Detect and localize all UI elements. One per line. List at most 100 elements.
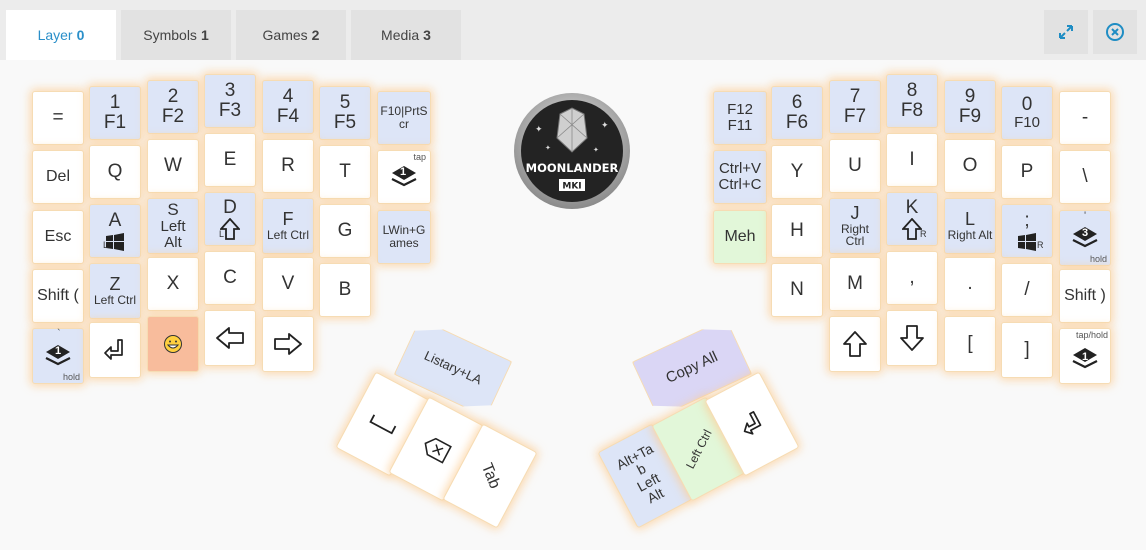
key-slash[interactable]: / <box>1001 263 1053 317</box>
key-label: Shift ( <box>37 286 79 304</box>
left-arrow-icon <box>216 327 244 349</box>
key-label: U <box>848 155 862 177</box>
key-label: ] <box>1024 339 1030 361</box>
hold-hint: hold <box>62 371 80 382</box>
key-1-f1[interactable]: 1 F1 <box>89 86 141 140</box>
key-up-arrow[interactable] <box>829 316 881 372</box>
key-shift-rparen[interactable]: Shift ) <box>1059 269 1111 323</box>
key-d-shift[interactable]: D L <box>204 192 256 246</box>
key-9-f9[interactable]: 9 F9 <box>944 80 996 134</box>
key-meh[interactable]: Meh <box>713 210 767 264</box>
key-label-secondary: F11 <box>727 117 753 134</box>
layer-number: 1 <box>400 166 407 178</box>
key-comma[interactable]: , <box>886 251 938 305</box>
up-arrow-icon <box>843 331 867 357</box>
tab-layer-0[interactable]: Layer 0 <box>6 10 116 60</box>
tab-layer-1[interactable]: Symbols 1 <box>121 10 231 60</box>
key-layer-1-tap[interactable]: tap 1 <box>377 150 431 204</box>
key-w[interactable]: W <box>147 139 199 193</box>
key-label: 4 <box>282 86 294 108</box>
key-period[interactable]: . <box>944 257 996 311</box>
key-lwin-games[interactable]: LWin+G ames <box>377 210 431 264</box>
key-e[interactable]: E <box>204 133 256 187</box>
key-b[interactable]: B <box>319 263 371 317</box>
key-label: V <box>281 273 295 295</box>
svg-text:✦: ✦ <box>535 125 543 135</box>
key-label: = <box>52 107 64 129</box>
key-grave-layer-1-hold[interactable]: ` 1 hold <box>32 328 84 384</box>
key-label: 5 <box>339 92 351 114</box>
key-t[interactable]: T <box>319 145 371 199</box>
windows-icon <box>1018 232 1036 251</box>
key-f12-f11[interactable]: F12 F11 <box>713 91 767 145</box>
key-label-secondary: F9 <box>958 106 982 127</box>
modifier-side: L <box>103 239 109 250</box>
key-a-win[interactable]: A L <box>89 204 141 258</box>
key-v[interactable]: V <box>262 257 314 311</box>
key-6-f6[interactable]: 6 F6 <box>771 86 823 140</box>
key-shift-lparen[interactable]: Shift ( <box>32 269 84 323</box>
key-c[interactable]: C <box>204 251 256 305</box>
key-equals[interactable]: = <box>32 91 84 145</box>
key-layer-1-taphold[interactable]: tap/hold 1 <box>1059 328 1111 384</box>
key-l-right-alt[interactable]: L Right Alt <box>944 198 996 254</box>
close-button[interactable] <box>1093 10 1137 54</box>
moonlander-logo: ✦ ✦ ✦ ✦ MOONLANDER MKI <box>505 92 639 210</box>
key-n[interactable]: N <box>771 263 823 317</box>
key-8-f8[interactable]: 8 F8 <box>886 74 938 128</box>
key-2-f2[interactable]: 2 F2 <box>147 80 199 134</box>
key-u[interactable]: U <box>829 139 881 193</box>
key-5-f5[interactable]: 5 F5 <box>319 86 371 140</box>
key-label-secondary: Left <box>160 218 186 236</box>
key-del[interactable]: Del <box>32 150 84 204</box>
key-label: B <box>338 279 352 301</box>
key-g[interactable]: G <box>319 204 371 258</box>
tab-layer-3[interactable]: Media 3 <box>351 10 461 60</box>
key-f10-prtscr[interactable]: F10|PrtS cr <box>377 91 431 145</box>
key-4-f4[interactable]: 4 F4 <box>262 80 314 134</box>
key-copy-paste[interactable]: Ctrl+V Ctrl+C <box>713 150 767 204</box>
key-esc[interactable]: Esc <box>32 210 84 264</box>
key-label: K <box>905 197 919 219</box>
key-label: Q <box>107 161 123 183</box>
key-backslash[interactable]: \ <box>1059 150 1111 204</box>
key-y[interactable]: Y <box>771 145 823 199</box>
key-p[interactable]: P <box>1001 145 1053 199</box>
key-minus[interactable]: - <box>1059 91 1111 145</box>
key-semicolon-win[interactable]: ; R <box>1001 204 1053 258</box>
key-label: 0 <box>1021 94 1033 116</box>
key-enter[interactable] <box>89 322 141 378</box>
key-right-arrow[interactable] <box>262 316 314 372</box>
key-quote-layer-3-hold[interactable]: ' 3 hold <box>1059 210 1111 266</box>
key-m[interactable]: M <box>829 257 881 311</box>
key-label-secondary: F6 <box>785 112 809 133</box>
key-x[interactable]: X <box>147 257 199 311</box>
key-emoji[interactable] <box>147 316 199 372</box>
tab-number: 3 <box>423 27 431 43</box>
key-label: Shift ) <box>1064 286 1106 304</box>
key-h[interactable]: H <box>771 204 823 258</box>
key-f-left-ctrl[interactable]: F Left Ctrl <box>262 198 314 254</box>
key-r[interactable]: R <box>262 139 314 193</box>
tab-layer-2[interactable]: Games 2 <box>236 10 346 60</box>
key-label: / <box>1024 279 1030 301</box>
key-7-f7[interactable]: 7 F7 <box>829 80 881 134</box>
key-right-bracket[interactable]: ] <box>1001 322 1053 378</box>
key-o[interactable]: O <box>944 139 996 193</box>
key-label: 2 <box>167 86 179 108</box>
key-z-left-ctrl[interactable]: Z Left Ctrl <box>89 263 141 319</box>
key-q[interactable]: Q <box>89 145 141 199</box>
key-left-arrow[interactable] <box>204 310 256 366</box>
key-j-right-ctrl[interactable]: J Right Ctrl <box>829 198 881 254</box>
key-0-f10[interactable]: 0 F10 <box>1001 86 1053 140</box>
key-k-shift[interactable]: K R <box>886 192 938 246</box>
return-icon <box>743 411 762 435</box>
key-label-secondary: F5 <box>333 112 357 133</box>
svg-text:✦: ✦ <box>593 146 599 154</box>
key-3-f3[interactable]: 3 F3 <box>204 74 256 128</box>
key-down-arrow[interactable] <box>886 310 938 366</box>
key-i[interactable]: I <box>886 133 938 187</box>
key-s-left-alt[interactable]: S Left Alt <box>147 198 199 254</box>
key-left-bracket[interactable]: [ <box>944 316 996 372</box>
fullscreen-button[interactable] <box>1044 10 1088 54</box>
